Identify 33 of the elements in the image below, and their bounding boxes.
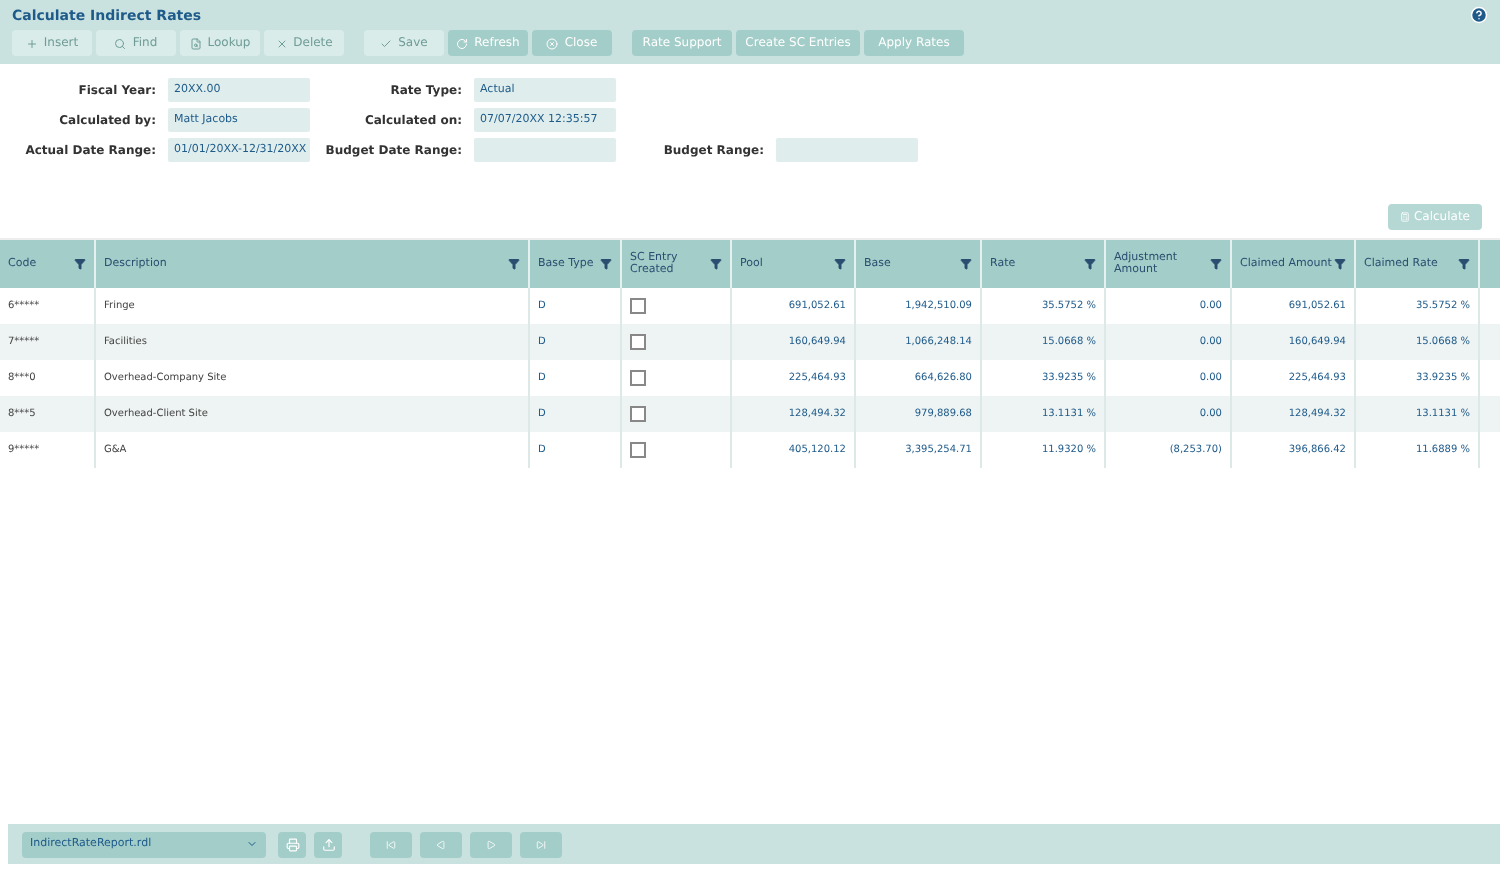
printer-icon [285, 837, 299, 851]
close-icon [546, 37, 559, 49]
filter-icon[interactable] [1210, 258, 1222, 270]
checkbox[interactable] [630, 442, 646, 458]
x-icon [275, 37, 288, 49]
checkmark-icon [380, 37, 393, 49]
refresh-icon [456, 37, 469, 49]
upload-icon [321, 837, 335, 851]
field-value[interactable] [474, 138, 616, 162]
checkbox[interactable] [630, 334, 646, 350]
filter-icon[interactable] [960, 258, 972, 270]
skip-forward-icon [536, 839, 546, 849]
filter-icon[interactable] [508, 258, 520, 270]
filter-icon[interactable] [1084, 258, 1096, 270]
checkbox[interactable] [630, 406, 646, 422]
left-triangle-icon [436, 839, 446, 849]
document-search-icon [189, 37, 202, 49]
checkbox[interactable] [630, 370, 646, 386]
filter-icon[interactable] [1458, 258, 1470, 270]
filter-icon[interactable] [834, 258, 846, 270]
skip-back-icon [386, 839, 396, 849]
right-triangle-icon [486, 839, 496, 849]
filter-icon[interactable] [600, 258, 612, 270]
filter-icon[interactable] [74, 258, 86, 270]
filter-icon[interactable] [1334, 258, 1346, 270]
help-icon[interactable] [1470, 6, 1488, 24]
field-value[interactable] [776, 138, 918, 162]
plus-icon [25, 37, 38, 49]
search-icon [114, 37, 127, 49]
filter-icon[interactable] [710, 258, 722, 270]
dropdown-caret-icon [246, 838, 258, 850]
calculator-icon [1400, 210, 1410, 224]
checkbox[interactable] [630, 298, 646, 314]
